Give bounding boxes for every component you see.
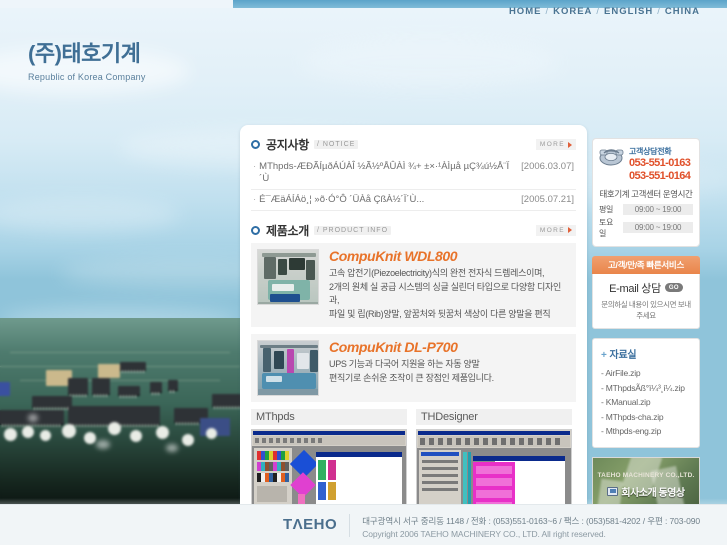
email-box-header: 고/객/만/족 빠른서비스 — [592, 255, 700, 274]
product-more-button[interactable]: MORE — [535, 224, 576, 236]
product-desc-line: 파일 및 립(Rib)양말, 앞꿈처와 뒷꿈처 색상이 다른 양말을 편직 — [329, 308, 551, 319]
notice-dot-icon: · — [253, 193, 257, 205]
site-logo[interactable]: (주)태호기계 Republic of Korea Company — [28, 36, 146, 82]
product-desc-line: 2개의 원체 실 공급 시스템의 싱글 실린더 타입으로 다양함 디자인과, — [329, 281, 561, 306]
download-item[interactable]: - MThpdsÃß°ì¼³¸í¼.zip — [601, 381, 691, 396]
notice-more-label: MORE — [539, 141, 565, 148]
email-subtext: 문의하실 내용이 있으시면 보내주세요 — [601, 299, 691, 320]
footer-logo: TΛEHO — [283, 514, 351, 537]
notice-item-date: [2006.03.07] — [521, 161, 574, 172]
email-label: E-mail 상담 — [609, 282, 661, 295]
download-item[interactable]: - AirFile.zip — [601, 366, 691, 381]
circle-bullet-icon — [251, 225, 260, 235]
notice-item[interactable]: · É¯ÆäÁÍÁö¸¦ »õ·Ó°Ô ´ÜÀå ÇßÀ½´Ï´Ù... [20… — [251, 190, 576, 211]
downloads-title: + 자료실 — [601, 346, 691, 361]
screenshot-title: MThpds — [251, 409, 407, 426]
nav-separator: / — [657, 6, 661, 17]
product-image — [257, 340, 319, 397]
page-footer: TΛEHO 대구광역시 서구 중리동 1148 / 전화 : (053)551-… — [0, 504, 727, 545]
tv-icon — [607, 486, 619, 496]
plus-icon: + — [601, 349, 607, 361]
call-hours-time: 09:00 ~ 19:00 — [623, 222, 693, 234]
logo-korean: (주)태호기계 — [28, 41, 141, 66]
product-name: CompuKnit DL-P700 — [329, 339, 458, 356]
nav-separator: / — [596, 6, 601, 17]
product-title-ko: 제품소개 — [266, 223, 309, 238]
notice-title-en: / NOTICE — [313, 140, 359, 149]
call-number: 053-551-0163 — [629, 157, 691, 169]
call-number: 053-551-0164 — [629, 169, 691, 182]
footer-address: 대구광역시 서구 중리동 1148 / 전화 : (053)551-0163~6… — [362, 516, 700, 526]
email-consult-box: 고/객/만/족 빠른서비스 E-mail 상담 GO 문의하실 내용이 있으시면… — [592, 255, 700, 329]
nav-item-english[interactable]: ENGLISH — [604, 6, 653, 17]
arrow-right-icon — [568, 227, 572, 234]
call-hours-row: 토요일 09:00 ~ 19:00 — [599, 217, 693, 239]
product-description: 고속 압전기(Piezoelectricity)식의 완전 전자식 드렘레스이며… — [329, 267, 570, 321]
notice-title-ko: 공지사항 — [266, 138, 309, 152]
download-item[interactable]: - MThpds-cha.zip — [601, 410, 691, 425]
product-desc-line: 편직기로 손쉬운 조작이 큰 장점인 제품입니다. — [329, 372, 494, 383]
notice-item-date: [2005.07.21] — [521, 193, 574, 205]
circle-bullet-icon — [251, 140, 260, 149]
call-hours-day: 평일 — [599, 204, 613, 214]
product-more-label: MORE — [539, 226, 565, 234]
download-item[interactable]: - Mthpds-eng.zip — [601, 424, 691, 439]
notice-dot-icon: · — [253, 161, 257, 172]
nav-item-korea[interactable]: KOREA — [553, 6, 592, 17]
telephone-icon — [599, 145, 625, 167]
notice-item[interactable]: · MThpds-ÆÐÃÍµðÁÚÀÎ ½Ã½ºÅÛÀÌ ¾+ ±×·¹ÀÌµå… — [251, 157, 576, 190]
product-image — [257, 248, 319, 305]
call-hours-row: 평일 09:00 ~ 19:00 — [599, 203, 693, 215]
circuit-board-photo — [0, 318, 246, 508]
video-label: 회사소개 동영상 — [621, 487, 685, 499]
right-sidebar: 고객상담전화 053-551-0163 053-551-0164 태호기계 고객… — [592, 138, 700, 515]
arrow-right-icon — [568, 141, 572, 148]
product-desc-line: 고속 압전기(Piezoelectricity)식의 완전 전자식 드렘레스이며… — [329, 268, 545, 279]
nav-item-china[interactable]: CHINA — [665, 6, 700, 17]
notice-section-header: 공지사항 / NOTICE MORE — [251, 136, 576, 153]
call-hours-day: 토요일 — [599, 217, 613, 238]
product-name: CompuKnit WDL800 — [329, 247, 458, 264]
notice-item-text: É¯ÆäÁÍÁö¸¦ »õ·Ó°Ô ´ÜÀå ÇßÀ½´Ï´Ù... — [259, 193, 425, 205]
product-title-en: / PRODUCT INFO — [313, 225, 392, 235]
notice-item-text: MThpds-ÆÐÃÍµðÁÚÀÎ ½Ã½ºÅÛÀÌ ¾+ ±×·¹ÀÌµå µ… — [259, 161, 510, 184]
nav-separator: / — [545, 6, 550, 17]
customer-call-box: 고객상담전화 053-551-0163 053-551-0164 태호기계 고객… — [592, 138, 700, 247]
download-item[interactable]: - KManual.zip — [601, 395, 691, 410]
downloads-box: + 자료실 - AirFile.zip - MThpdsÃß°ì¼³¸í¼.zip… — [592, 337, 700, 448]
product-section-header: 제품소개 / PRODUCT INFO MORE — [251, 222, 576, 239]
logo-english: Republic of Korea Company — [28, 72, 146, 82]
product-description: UPS 기능과 다국어 지원을 하는 자동 양말 편직기로 손쉬운 조작이 큰 … — [329, 358, 570, 385]
product-card[interactable]: CompuKnit WDL800 고속 압전기(Piezoelectricity… — [251, 242, 576, 328]
top-navigation: HOME / KOREA / ENGLISH / CHINA — [509, 6, 700, 17]
nav-item-home[interactable]: HOME — [509, 6, 542, 17]
video-brand-text: TAEHO MACHINERY CO.,LTD. — [597, 471, 695, 479]
footer-copyright: Copyright 2006 TAEHO MACHINERY CO., LTD.… — [362, 528, 606, 539]
notice-more-button[interactable]: MORE — [535, 139, 576, 150]
product-card[interactable]: CompuKnit DL-P700 UPS 기능과 다국어 지원을 하는 자동 … — [251, 334, 576, 403]
call-label: 고객상담전화 — [629, 147, 672, 156]
main-content-panel: 공지사항 / NOTICE MORE · MThpds-ÆÐÃÍµðÁÚÀÎ ½… — [240, 125, 587, 544]
downloads-title-text: 자료실 — [609, 349, 637, 361]
product-desc-line: UPS 기능과 다국어 지원을 하는 자동 양말 — [329, 359, 480, 370]
email-go-button[interactable]: GO — [664, 283, 683, 293]
call-hours-title: 태호기계 고객센터 운영시간 — [599, 188, 693, 199]
call-hours-time: 09:00 ~ 19:00 — [623, 203, 693, 215]
screenshot-title: THDesigner — [416, 409, 572, 426]
topbar-left-filler — [0, 0, 233, 8]
